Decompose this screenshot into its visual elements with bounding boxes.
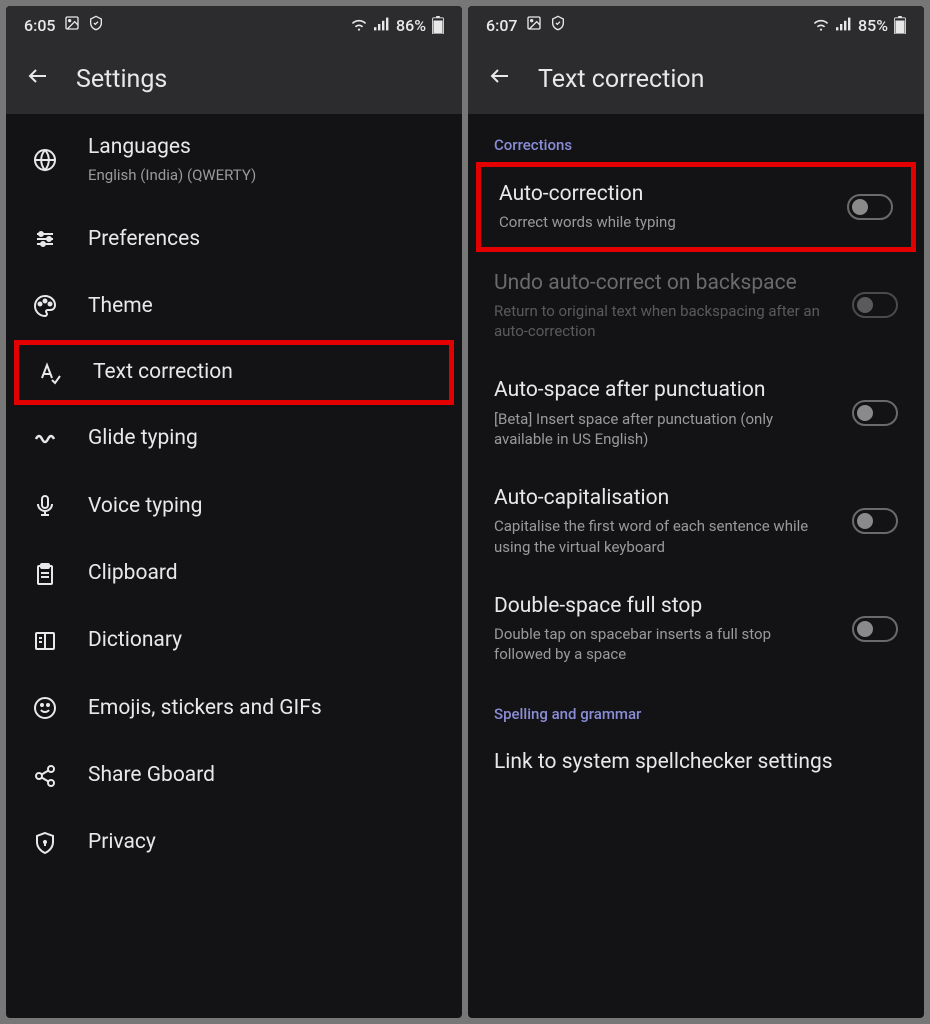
back-arrow-icon[interactable] bbox=[26, 64, 50, 94]
settings-item-theme[interactable]: Theme bbox=[6, 273, 462, 340]
row-double-space[interactable]: Double-space full stop Double tap on spa… bbox=[468, 575, 924, 683]
image-icon bbox=[64, 15, 80, 35]
row-subtitle: Capitalise the first word of each senten… bbox=[494, 516, 822, 557]
squiggle-icon bbox=[32, 427, 58, 451]
row-title: Auto-capitalisation bbox=[494, 485, 822, 512]
row-auto-correction[interactable]: Auto-correction Correct words while typi… bbox=[476, 162, 916, 252]
item-title: Text correction bbox=[93, 359, 431, 386]
status-time: 6:05 bbox=[24, 16, 56, 35]
wifi-icon bbox=[350, 16, 368, 35]
section-spelling: Spelling and grammar bbox=[468, 683, 924, 731]
item-title: Emojis, stickers and GIFs bbox=[88, 695, 436, 722]
settings-item-clipboard[interactable]: Clipboard bbox=[6, 540, 462, 607]
row-spellchecker-link[interactable]: Link to system spellchecker settings bbox=[468, 731, 924, 794]
row-title: Auto-correction bbox=[499, 181, 817, 208]
toggle-auto-space[interactable] bbox=[852, 400, 898, 426]
app-bar: Settings bbox=[6, 44, 462, 114]
toggle-undo-autocorrect bbox=[852, 292, 898, 318]
status-bar: 6:05 86% bbox=[6, 6, 462, 44]
text-correction-screen: 6:07 85% Text correction Corrections Aut… bbox=[468, 6, 924, 1018]
item-title: Theme bbox=[88, 293, 436, 320]
book-icon bbox=[32, 629, 58, 653]
item-subtitle: English (India) (QWERTY) bbox=[88, 165, 436, 185]
row-subtitle: Correct words while typing bbox=[499, 212, 817, 232]
app-bar: Text correction bbox=[468, 44, 924, 114]
item-title: Dictionary bbox=[88, 627, 436, 654]
item-title: Share Gboard bbox=[88, 762, 436, 789]
item-title: Clipboard bbox=[88, 560, 436, 587]
settings-item-voice-typing[interactable]: Voice typing bbox=[6, 473, 462, 540]
palette-icon bbox=[32, 294, 58, 318]
toggle-auto-capitalisation[interactable] bbox=[852, 508, 898, 534]
row-title: Auto-space after punctuation bbox=[494, 377, 822, 404]
battery-icon bbox=[432, 16, 444, 34]
row-auto-space[interactable]: Auto-space after punctuation [Beta] Inse… bbox=[468, 359, 924, 467]
settings-item-privacy[interactable]: Privacy bbox=[6, 809, 462, 876]
settings-item-text-correction[interactable]: Text correction bbox=[14, 340, 454, 405]
battery-percent: 86% bbox=[396, 16, 426, 35]
check-icon bbox=[88, 15, 104, 35]
image-icon bbox=[526, 15, 542, 35]
row-auto-capitalisation[interactable]: Auto-capitalisation Capitalise the first… bbox=[468, 467, 924, 575]
emoji-icon bbox=[32, 696, 58, 720]
clipboard-icon bbox=[32, 562, 58, 586]
row-title: Link to system spellchecker settings bbox=[494, 749, 898, 776]
correction-list: Corrections Auto-correction Correct word… bbox=[468, 114, 924, 1018]
mic-icon bbox=[32, 494, 58, 518]
settings-screen: 6:05 86% Settings Languages English (Ind… bbox=[6, 6, 462, 1018]
item-title: Languages bbox=[88, 134, 436, 161]
shield-icon bbox=[32, 831, 58, 855]
globe-icon bbox=[32, 148, 58, 172]
toggle-auto-correction[interactable] bbox=[847, 194, 893, 220]
status-time: 6:07 bbox=[486, 16, 518, 35]
row-subtitle: Return to original text when backspacing… bbox=[494, 301, 822, 342]
settings-list: Languages English (India) (QWERTY) Prefe… bbox=[6, 114, 462, 1018]
row-title: Double-space full stop bbox=[494, 593, 822, 620]
row-subtitle: [Beta] Insert space after punctuation (o… bbox=[494, 409, 822, 450]
settings-item-emojis[interactable]: Emojis, stickers and GIFs bbox=[6, 675, 462, 742]
battery-icon bbox=[894, 16, 906, 34]
page-title: Settings bbox=[76, 65, 167, 94]
item-title: Glide typing bbox=[88, 425, 436, 452]
wifi-icon bbox=[812, 16, 830, 35]
sliders-icon bbox=[32, 227, 58, 251]
back-arrow-icon[interactable] bbox=[488, 64, 512, 94]
check-icon bbox=[550, 15, 566, 35]
battery-percent: 85% bbox=[858, 16, 888, 35]
settings-item-languages[interactable]: Languages English (India) (QWERTY) bbox=[6, 114, 462, 206]
section-corrections: Corrections bbox=[468, 114, 924, 162]
share-icon bbox=[32, 764, 58, 788]
settings-item-share[interactable]: Share Gboard bbox=[6, 742, 462, 809]
signal-icon bbox=[836, 16, 852, 35]
toggle-double-space[interactable] bbox=[852, 616, 898, 642]
settings-item-glide-typing[interactable]: Glide typing bbox=[6, 405, 462, 472]
item-title: Voice typing bbox=[88, 493, 436, 520]
row-subtitle: Double tap on spacebar inserts a full st… bbox=[494, 624, 822, 665]
item-title: Privacy bbox=[88, 829, 436, 856]
row-title: Undo auto-correct on backspace bbox=[494, 270, 822, 297]
settings-item-preferences[interactable]: Preferences bbox=[6, 206, 462, 273]
row-undo-autocorrect: Undo auto-correct on backspace Return to… bbox=[468, 252, 924, 360]
signal-icon bbox=[374, 16, 390, 35]
settings-item-dictionary[interactable]: Dictionary bbox=[6, 607, 462, 674]
page-title: Text correction bbox=[538, 65, 704, 94]
textcheck-icon bbox=[37, 361, 63, 385]
status-bar: 6:07 85% bbox=[468, 6, 924, 44]
item-title: Preferences bbox=[88, 226, 436, 253]
